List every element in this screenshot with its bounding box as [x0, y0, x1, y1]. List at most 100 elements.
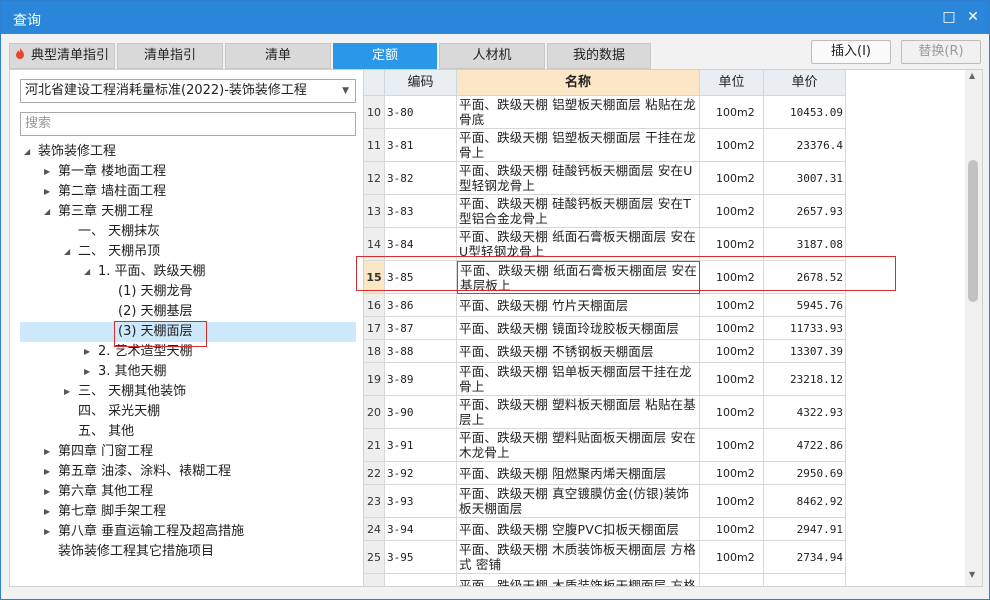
expand-arrow-icon[interactable]: ▶	[44, 522, 54, 542]
header-index	[364, 70, 385, 96]
tree-node-label: 五、 其他	[78, 424, 135, 439]
table-row[interactable]: 13 3-83 平面、跌级天棚 硅酸钙板天棚面层 安在T型铝合金龙骨上 100m2 26…	[364, 195, 964, 228]
table-row[interactable]: 25 3-95 平面、跌级天棚 木质装饰板天棚面层 方格式 密铺 100m2 2734.…	[364, 541, 964, 574]
row-index: 21	[364, 429, 385, 462]
table-row[interactable]: 平面、跌级天棚 木质装饰板天棚面层 方格	[364, 574, 964, 586]
unit-cell: 100m2	[700, 317, 764, 340]
unit-cell: 100m2	[700, 340, 764, 363]
search-input[interactable]: 搜索	[20, 112, 356, 136]
tree-node[interactable]: ▶ 3. 其他天棚	[20, 362, 356, 382]
maximize-icon[interactable]: □	[941, 9, 957, 25]
code-cell: 3-81	[385, 129, 457, 162]
tree-node[interactable]: ▶ 第七章 脚手架工程	[20, 502, 356, 522]
unit-cell: 100m2	[700, 363, 764, 396]
expand-arrow-icon[interactable]: ▶	[84, 342, 94, 362]
scroll-down-icon[interactable]: ▼	[969, 570, 975, 579]
tab-label: 定额	[371, 48, 398, 63]
tree-node[interactable]: ◢ 装饰装修工程	[20, 142, 356, 162]
price-cell: 10453.09	[764, 96, 846, 129]
tab-list[interactable]: 清单	[225, 43, 331, 69]
tree-node[interactable]: ▶ 第六章 其他工程	[20, 482, 356, 502]
table-row[interactable]: 11 3-81 平面、跌级天棚 铝塑板天棚面层 干挂在龙骨上 100m2 23376.4	[364, 129, 964, 162]
row-index: 24	[364, 518, 385, 541]
expand-arrow-icon[interactable]: ▶	[44, 182, 54, 202]
table-row[interactable]: 12 3-82 平面、跌级天棚 硅酸钙板天棚面层 安在U型轻钢龙骨上 100m2 300…	[364, 162, 964, 195]
price-cell: 2734.94	[764, 541, 846, 574]
expand-arrow-icon[interactable]: ▶	[64, 382, 74, 402]
table-row[interactable]: 18 3-88 平面、跌级天棚 不锈钢板天棚面层 100m2 13307.39	[364, 340, 964, 363]
tree-node[interactable]: ▶ 第二章 墙柱面工程	[20, 182, 356, 202]
header-code[interactable]: 编码	[385, 70, 457, 96]
price-cell: 8462.92	[764, 485, 846, 518]
table-row[interactable]: 24 3-94 平面、跌级天棚 空腹PVC扣板天棚面层 100m2 2947.91	[364, 518, 964, 541]
table-row[interactable]: 22 3-92 平面、跌级天棚 阻燃聚丙烯天棚面层 100m2 2950.69	[364, 462, 964, 485]
tree-node[interactable]: ◢ 二、 天棚吊顶	[20, 242, 356, 262]
tree-node[interactable]: ▶ 三、 天棚其他装饰	[20, 382, 356, 402]
expand-arrow-icon[interactable]: ▶	[84, 362, 94, 382]
expand-arrow-icon[interactable]: ▶	[44, 482, 54, 502]
table-row[interactable]: 16 3-86 平面、跌级天棚 竹片天棚面层 100m2 5945.76	[364, 294, 964, 317]
expand-arrow-icon[interactable]: ▶	[44, 442, 54, 462]
code-cell: 3-90	[385, 396, 457, 429]
expand-arrow-icon[interactable]: ▶	[44, 502, 54, 522]
tree-node[interactable]: ▶ 第八章 垂直运输工程及超高措施	[20, 522, 356, 542]
highlight-box	[114, 321, 207, 347]
tree-node[interactable]: 装饰装修工程其它措施项目	[20, 542, 356, 562]
collapse-arrow-icon[interactable]: ◢	[84, 262, 94, 282]
tree-node[interactable]: ◢ 1. 平面、跌级天棚	[20, 262, 356, 282]
tab-quota[interactable]: 定额	[333, 43, 437, 69]
insert-button[interactable]: 插入(I)	[811, 40, 891, 64]
collapse-arrow-icon[interactable]: ◢	[64, 242, 74, 262]
row-highlight-box	[356, 256, 896, 291]
tree-node-label: 第三章 天棚工程	[58, 204, 154, 219]
tree-node[interactable]: (2) 天棚基层	[20, 302, 356, 322]
tab-labor-material-machine[interactable]: 人材机	[439, 43, 545, 69]
table-row[interactable]: 10 3-80 平面、跌级天棚 铝塑板天棚面层 粘贴在龙骨底 100m2 10453.0…	[364, 96, 964, 129]
unit-cell: 100m2	[700, 462, 764, 485]
tree-node-label: 装饰装修工程	[38, 144, 117, 159]
tree-node-label: 1. 平面、跌级天棚	[98, 264, 206, 279]
header-price[interactable]: 单价	[764, 70, 846, 96]
header-unit[interactable]: 单位	[700, 70, 764, 96]
name-cell: 平面、跌级天棚 竹片天棚面层	[457, 294, 700, 317]
tree-node[interactable]: ▶ 第一章 楼地面工程	[20, 162, 356, 182]
tree-node[interactable]: (1) 天棚龙骨	[20, 282, 356, 302]
tree-node-label: 装饰装修工程其它措施项目	[58, 544, 215, 559]
unit-cell: 100m2	[700, 96, 764, 129]
row-index: 16	[364, 294, 385, 317]
table-row[interactable]: 20 3-90 平面、跌级天棚 塑料板天棚面层 粘贴在基层上 100m2 4322.93	[364, 396, 964, 429]
price-cell	[764, 574, 846, 586]
replace-button[interactable]: 替换(R)	[901, 40, 981, 64]
table-row[interactable]: 17 3-87 平面、跌级天棚 镜面玲珑胶板天棚面层 100m2 11733.93	[364, 317, 964, 340]
name-cell: 平面、跌级天棚 铝塑板天棚面层 粘贴在龙骨底	[457, 96, 700, 129]
tree-node[interactable]: ▶ 第四章 门窗工程	[20, 442, 356, 462]
tab-typical-list-guide[interactable]: 典型清单指引	[9, 43, 115, 69]
standard-select[interactable]: 河北省建设工程消耗量标准(2022)-装饰装修工程 ▼	[20, 79, 356, 103]
table-row[interactable]: 19 3-89 平面、跌级天棚 铝单板天棚面层干挂在龙骨上 100m2 23218.12	[364, 363, 964, 396]
collapse-arrow-icon[interactable]: ◢	[24, 142, 34, 162]
tree-node[interactable]: ◢ 第三章 天棚工程	[20, 202, 356, 222]
row-index: 22	[364, 462, 385, 485]
name-cell: 平面、跌级天棚 硅酸钙板天棚面层 安在U型轻钢龙骨上	[457, 162, 700, 195]
unit-cell: 100m2	[700, 195, 764, 228]
header-name[interactable]: 名称	[457, 70, 700, 96]
tree-node[interactable]: 五、 其他	[20, 422, 356, 442]
tree-node[interactable]: 一、 天棚抹灰	[20, 222, 356, 242]
expand-arrow-icon[interactable]: ▶	[44, 462, 54, 482]
table-row[interactable]: 23 3-93 平面、跌级天棚 真空镀膜仿金(仿银)装饰板天棚面层 100m2 8462…	[364, 485, 964, 518]
tree-node[interactable]: ▶ 第五章 油漆、涂料、裱糊工程	[20, 462, 356, 482]
scrollbar-thumb[interactable]	[968, 160, 978, 302]
close-icon[interactable]: ✕	[965, 9, 981, 25]
tree-node[interactable]: 四、 采光天棚	[20, 402, 356, 422]
collapse-arrow-icon[interactable]: ◢	[44, 202, 54, 222]
unit-cell: 100m2	[700, 518, 764, 541]
tab-list-guide[interactable]: 清单指引	[117, 43, 223, 69]
scroll-up-icon[interactable]: ▲	[969, 71, 975, 80]
title-bar: 查询 □ ✕	[1, 1, 989, 34]
table-row[interactable]: 21 3-91 平面、跌级天棚 塑料贴面板天棚面层 安在木龙骨上 100m2 4722.…	[364, 429, 964, 462]
expand-arrow-icon[interactable]: ▶	[44, 162, 54, 182]
tab-my-data[interactable]: 我的数据	[547, 43, 651, 69]
vertical-scrollbar[interactable]: ▲ ▼	[965, 70, 982, 586]
price-cell: 23376.4	[764, 129, 846, 162]
row-index: 19	[364, 363, 385, 396]
